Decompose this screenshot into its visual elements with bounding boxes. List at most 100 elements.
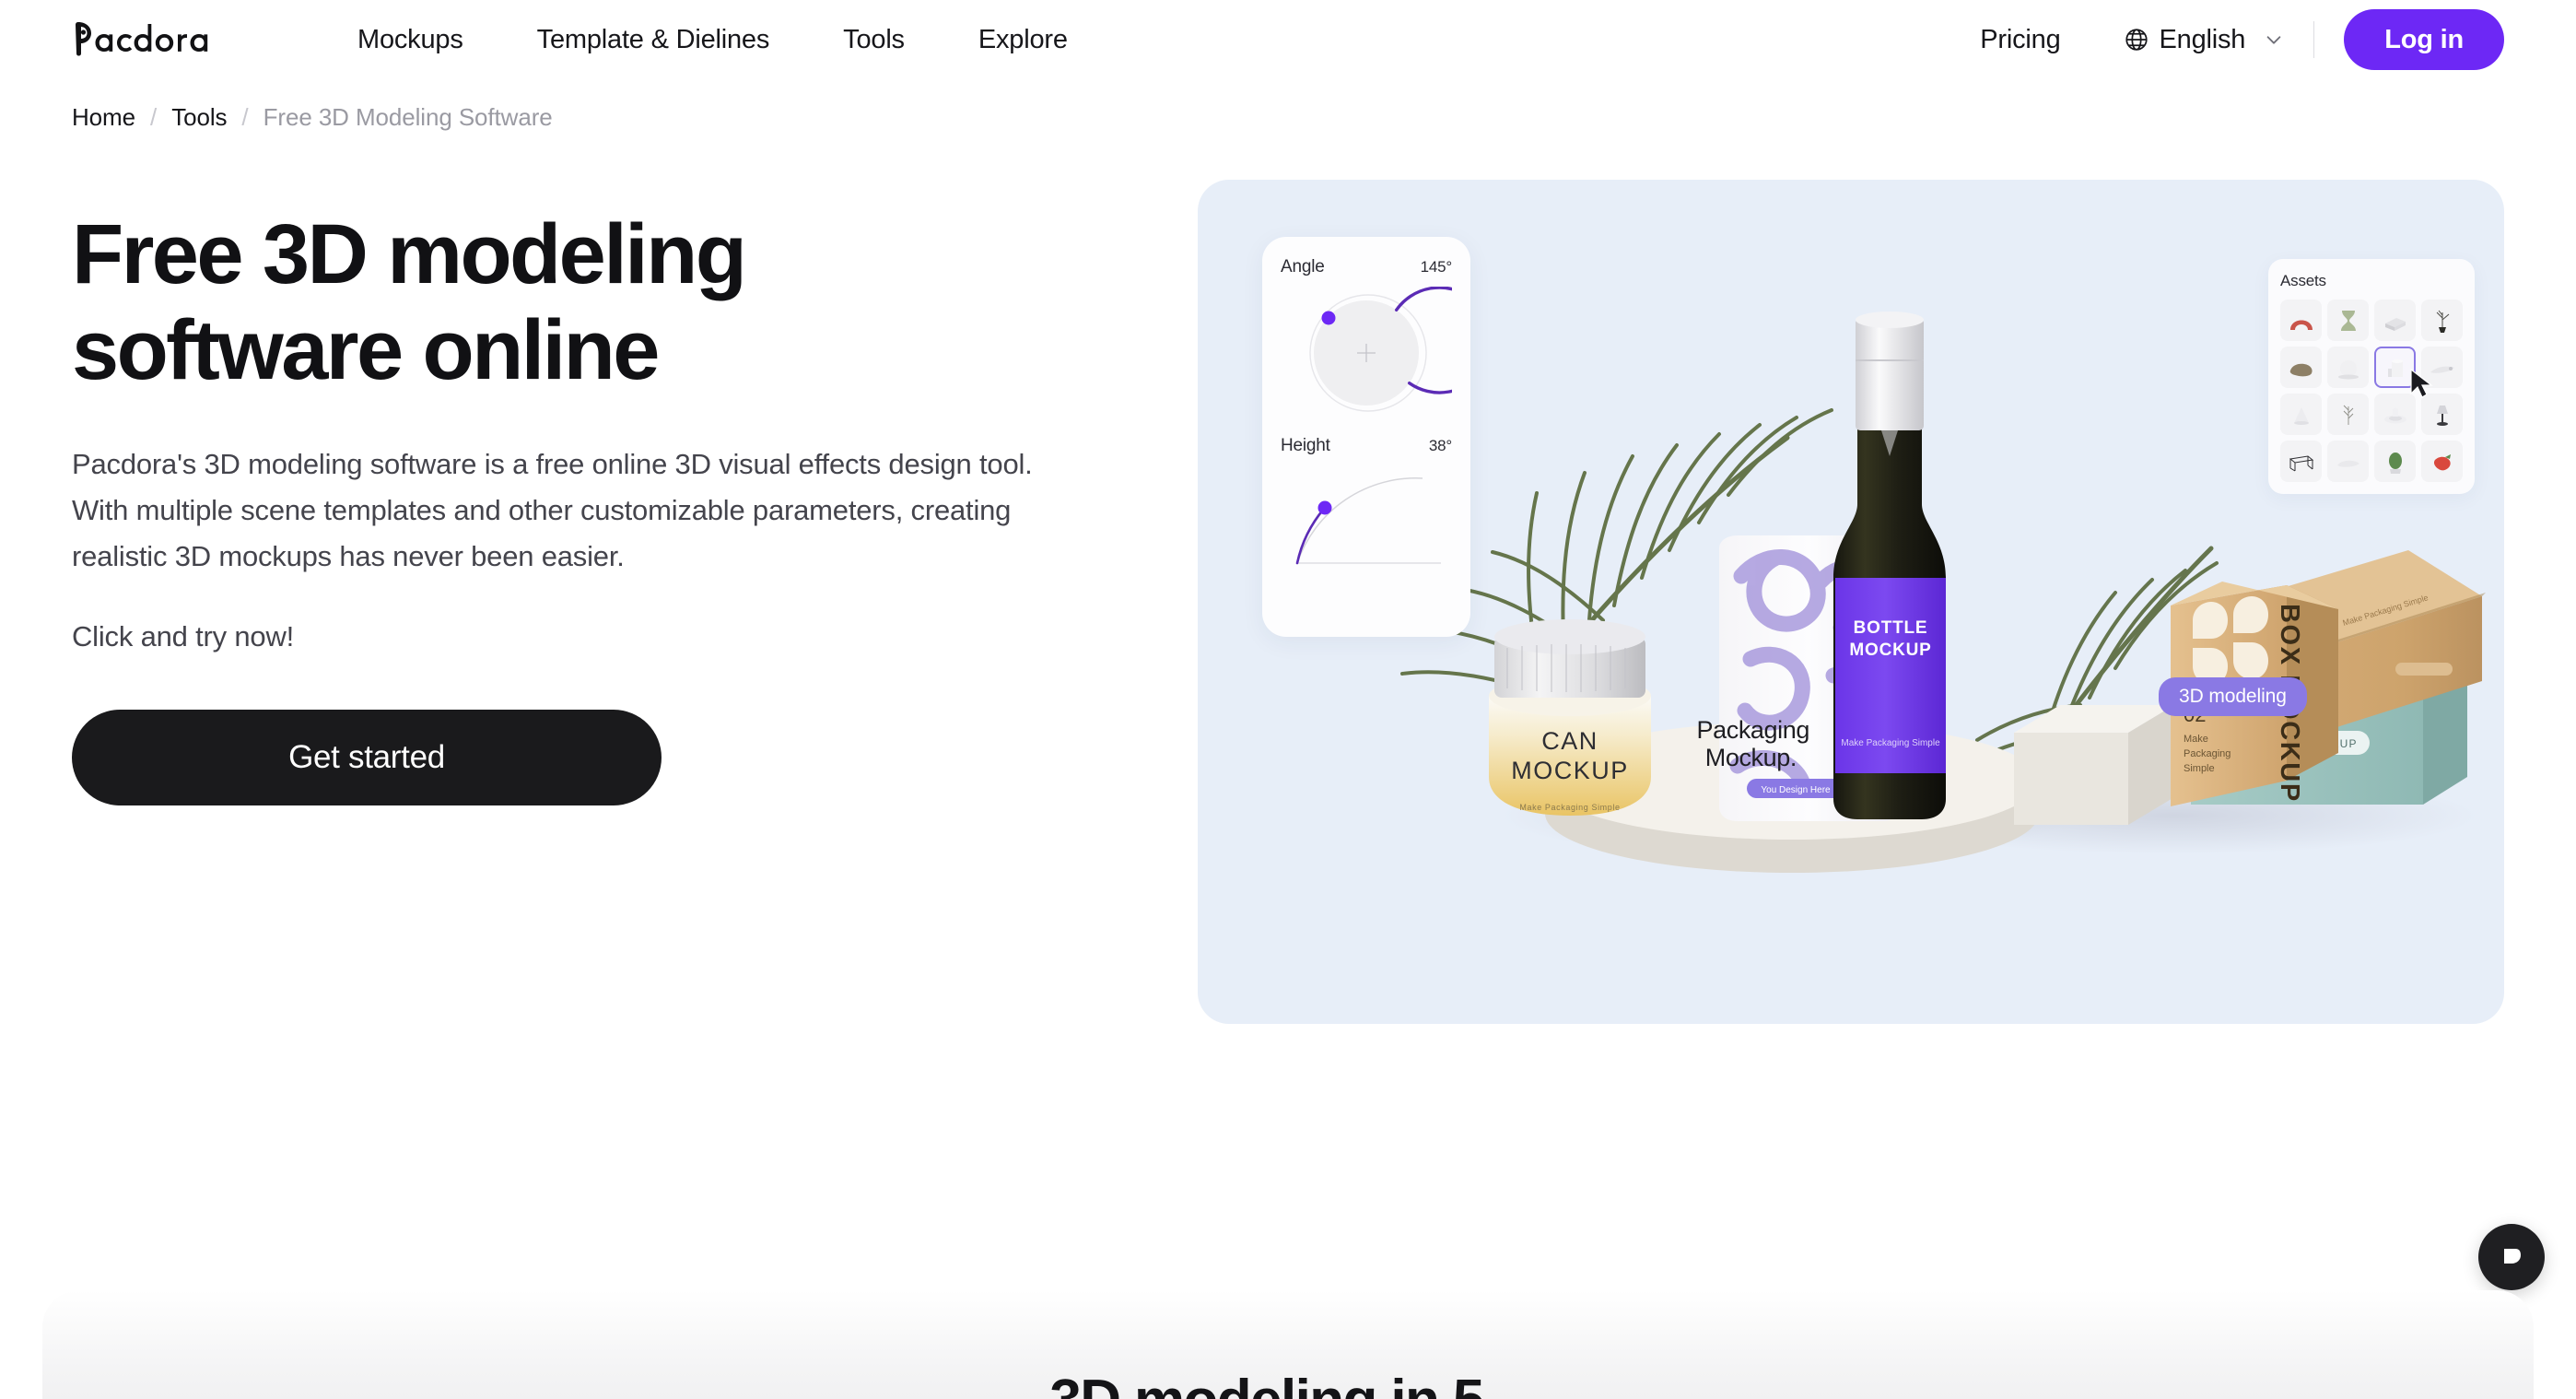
strawberry-red-icon: [2433, 453, 2451, 470]
height-knob: [1317, 500, 1332, 515]
bench-wire-icon: [2289, 454, 2313, 471]
cylinder-white-icon: [2387, 359, 2403, 377]
asset-item-rock-brown[interactable]: [2280, 347, 2322, 388]
height-label: Height: [1281, 436, 1330, 455]
angle-value: 145°: [1420, 258, 1453, 276]
header-divider: [2313, 21, 2315, 58]
angle-control: Angle 145°: [1281, 257, 1452, 277]
pouch-line2: Mockup.: [1705, 744, 1797, 771]
asset-item-cylinder-white[interactable]: [2374, 347, 2416, 388]
asset-item-plate-white[interactable]: [2374, 394, 2416, 435]
asset-item-vase-green[interactable]: [2327, 300, 2369, 341]
asset-item-block-white[interactable]: [2374, 300, 2416, 341]
hero-panel: CAN MOCKUP Make Packaging Simple Packagi…: [1198, 180, 2504, 1024]
pouch-badge-label: You Design Here: [1761, 785, 1831, 795]
hero-description: Pacdora's 3D modeling software is a free…: [72, 447, 1033, 573]
nav-item-mockups[interactable]: Mockups: [321, 25, 500, 55]
branch-vase-icon: [2436, 310, 2449, 333]
next-section-heading: 3D modeling in 5...: [42, 1368, 2534, 1399]
asset-item-cone-white[interactable]: [2280, 394, 2322, 435]
pacdora-logo-icon: [76, 22, 208, 56]
height-slider-svg: [1295, 477, 1441, 565]
bottle-line1: BOTTLE: [1854, 618, 1928, 638]
nav-item-template-dielines[interactable]: Template & Dielines: [500, 25, 807, 55]
breadcrumb-separator: /: [241, 103, 249, 131]
get-started-button[interactable]: Get started: [72, 709, 662, 805]
cone-white-icon: [2293, 406, 2309, 425]
sphere-white-icon: [2337, 359, 2359, 379]
hero-description-cta: Click and try now!: [72, 619, 295, 652]
nav-item-tools[interactable]: Tools: [806, 25, 942, 55]
cactus-green-icon: [2388, 452, 2402, 474]
kraft-box-sub2: Packaging: [2184, 748, 2231, 759]
language-label: English: [2159, 24, 2246, 54]
asset-item-cactus-green[interactable]: [2374, 441, 2416, 482]
kraft-lid-badge: [2395, 663, 2453, 676]
kraft-box-sub3: Simple: [2184, 763, 2215, 774]
breadcrumb-item-current: Free 3D Modeling Software: [263, 103, 553, 131]
nav-item-pricing[interactable]: Pricing: [1980, 25, 2060, 55]
wheat-stem-icon: [2343, 405, 2353, 425]
asset-item-wheat-stem[interactable]: [2327, 394, 2369, 435]
chat-bubble-icon: [2504, 1249, 2521, 1264]
scene-controls-card: Angle 145° Height 38°: [1262, 237, 1494, 637]
asset-item-strawberry-red[interactable]: [2421, 441, 2463, 482]
riser-block: [2014, 705, 2174, 825]
hero-section: Free 3D modeling software online Pacdora…: [0, 180, 2576, 1024]
chevron-down-icon: [2266, 36, 2281, 44]
asset-item-branch-vase[interactable]: [2421, 300, 2463, 341]
asset-item-shell-white[interactable]: [2327, 441, 2369, 482]
can-mockup-line2: MOCKUP: [1511, 757, 1629, 784]
hero-copy: Free 3D modeling software online Pacdora…: [72, 180, 1159, 1024]
can-mockup: CAN MOCKUP Make Packaging Simple: [1489, 619, 1651, 816]
language-selector[interactable]: English: [2124, 25, 2285, 55]
hero-visual: CAN MOCKUP Make Packaging Simple Packagi…: [1159, 180, 2504, 1024]
asset-item-lamp-grey[interactable]: [2421, 394, 2463, 435]
angle-knob: [1321, 311, 1336, 325]
height-value: 38°: [1428, 437, 1452, 454]
arch-red-icon: [2289, 320, 2313, 330]
pouch-line1: Packaging: [1697, 716, 1810, 744]
main-nav: Mockups Template & Dielines Tools Explor…: [321, 25, 1105, 55]
bottle-mockup: BOTTLE MOCKUP Make Packaging Simple: [1833, 312, 1946, 819]
breadcrumb: Home / Tools / Free 3D Modeling Software: [0, 103, 2576, 132]
badge-3d-modeling: 3D modeling: [2159, 677, 2307, 716]
vase-green-icon: [2340, 310, 2356, 331]
shell-white-icon: [2336, 460, 2359, 467]
page-title-line2: software online: [72, 302, 660, 397]
pacdora-logo[interactable]: [72, 21, 210, 58]
leaf-white-icon: [2430, 366, 2454, 373]
assets-title: Assets: [2280, 272, 2326, 289]
bottle-line2: MOCKUP: [1849, 641, 1931, 660]
rock-brown-icon: [2289, 363, 2313, 376]
angle-label: Angle: [1281, 257, 1325, 276]
can-mockup-subtitle: Make Packaging Simple: [1519, 803, 1620, 812]
header-actions: Pricing English Log in: [1980, 9, 2504, 70]
asset-item-bench-wire[interactable]: [2280, 441, 2322, 482]
lamp-grey-icon: [2436, 405, 2448, 426]
kraft-box-sub1: Make: [2184, 734, 2208, 745]
block-white-icon: [2384, 317, 2406, 331]
assets-panel: Assets: [2268, 259, 2475, 494]
plate-white-icon: [2383, 407, 2406, 423]
next-section-peek: 3D modeling in 5...: [42, 1290, 2534, 1399]
chat-widget-button[interactable]: [2478, 1224, 2545, 1290]
breadcrumb-item-home[interactable]: Home: [72, 103, 135, 132]
asset-item-leaf-white[interactable]: [2421, 347, 2463, 388]
angle-dial-svg: [1309, 286, 1494, 412]
height-slider[interactable]: [1281, 464, 1452, 574]
asset-item-sphere-white[interactable]: [2327, 347, 2369, 388]
login-button[interactable]: Log in: [2344, 9, 2504, 70]
page-title: Free 3D modeling software online: [72, 207, 1159, 399]
bottle-subtitle: Make Packaging Simple: [1841, 738, 1940, 748]
asset-item-arch-red[interactable]: [2280, 300, 2322, 341]
nav-item-explore[interactable]: Explore: [942, 25, 1105, 55]
breadcrumb-separator: /: [149, 103, 158, 131]
breadcrumb-item-tools[interactable]: Tools: [171, 103, 227, 132]
site-header: Mockups Template & Dielines Tools Explor…: [0, 0, 2576, 79]
assets-grid: [2280, 300, 2463, 482]
page-title-line1: Free 3D modeling: [72, 207, 747, 301]
angle-dial[interactable]: [1281, 286, 1494, 423]
can-mockup-line1: CAN: [1541, 727, 1598, 755]
globe-icon: [2125, 29, 2148, 51]
